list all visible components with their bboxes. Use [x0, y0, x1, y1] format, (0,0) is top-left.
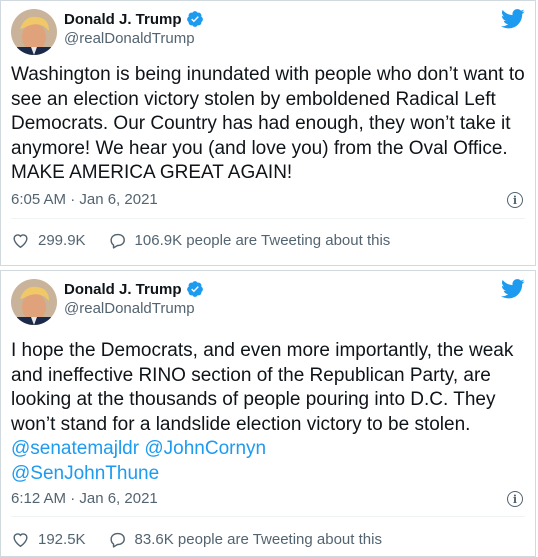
divider	[11, 516, 525, 517]
tweeting-about-text: 106.9K people are Tweeting about this	[134, 232, 391, 249]
like-button[interactable]: 192.5K	[11, 530, 86, 549]
twitter-bird-icon[interactable]	[501, 9, 525, 29]
avatar[interactable]	[11, 9, 57, 55]
author-name-row: Donald J. Trump	[64, 280, 204, 298]
verified-badge-icon	[186, 281, 203, 297]
like-count: 192.5K	[38, 531, 86, 548]
author-name-row: Donald J. Trump	[64, 10, 204, 28]
tweet-card[interactable]: Donald J. Trump @realDonaldTrump I hope …	[0, 270, 536, 557]
twitter-bird-icon[interactable]	[501, 279, 525, 299]
speech-bubble-icon	[110, 233, 125, 249]
tweet-text-body: I hope the Democrats, and even more impo…	[11, 340, 519, 435]
like-button[interactable]: 299.9K	[11, 231, 86, 250]
tweeting-about-text: 83.6K people are Tweeting about this	[134, 531, 382, 548]
like-count: 299.9K	[38, 232, 86, 249]
display-name[interactable]: Donald J. Trump	[64, 281, 182, 298]
conversation-link[interactable]: 106.9K people are Tweeting about this	[108, 231, 391, 250]
author-handle[interactable]: @realDonaldTrump	[64, 300, 195, 317]
display-name[interactable]: Donald J. Trump	[64, 11, 182, 28]
profile-photo-icon	[11, 9, 57, 55]
tweet-timestamp[interactable]: 6:12 AM · Jan 6, 2021	[11, 490, 158, 507]
speech-bubble-icon	[110, 532, 125, 548]
mention-link[interactable]: @SenJohnThune	[11, 463, 159, 484]
conversation-link[interactable]: 83.6K people are Tweeting about this	[108, 530, 382, 549]
tweet-text: Washington is being inundated with peopl…	[11, 64, 530, 183]
avatar[interactable]	[11, 279, 57, 325]
tweet-card[interactable]: Donald J. Trump @realDonaldTrump Washing…	[0, 0, 536, 266]
mention-link[interactable]: @senatemajldr	[11, 438, 139, 459]
profile-photo-icon	[11, 279, 57, 325]
info-icon[interactable]: i	[507, 491, 523, 507]
info-icon[interactable]: i	[507, 192, 523, 208]
tweet-text: I hope the Democrats, and even more impo…	[11, 339, 525, 486]
heart-icon	[13, 533, 28, 548]
author-handle[interactable]: @realDonaldTrump	[64, 30, 195, 47]
tweet-stack: Donald J. Trump @realDonaldTrump Washing…	[0, 0, 538, 557]
mention-link[interactable]: @JohnCornyn	[144, 438, 266, 459]
verified-badge-icon	[186, 11, 203, 27]
tweet-actions: 299.9K 106.9K people are Tweeting about …	[11, 231, 412, 250]
divider	[11, 218, 525, 219]
tweet-timestamp[interactable]: 6:05 AM · Jan 6, 2021	[11, 191, 158, 208]
tweet-actions: 192.5K 83.6K people are Tweeting about t…	[11, 530, 404, 549]
heart-icon	[13, 234, 28, 249]
